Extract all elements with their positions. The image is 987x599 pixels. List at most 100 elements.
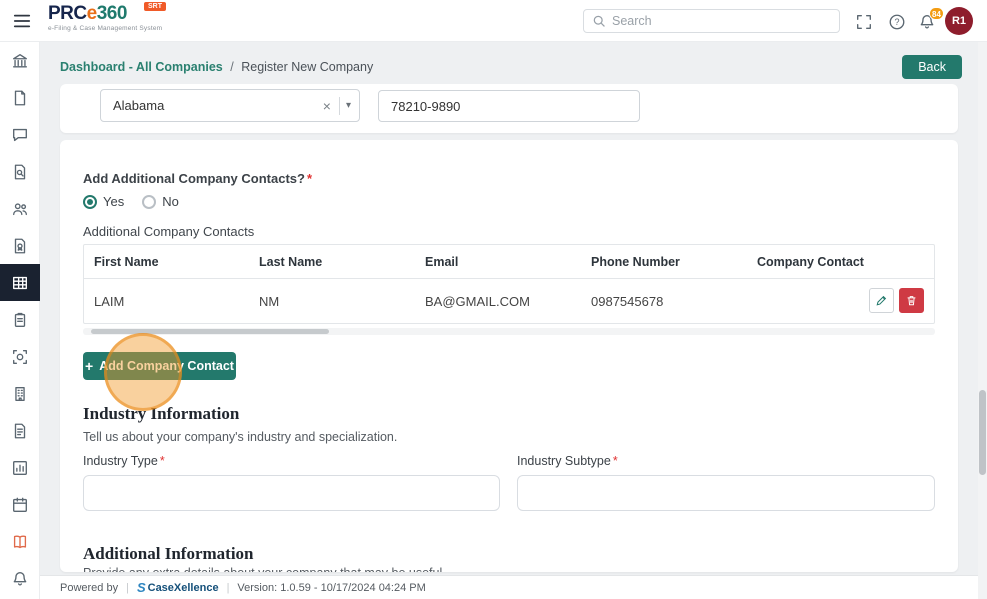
book-icon <box>11 533 29 551</box>
radio-option-yes[interactable]: Yes <box>83 194 124 209</box>
delete-contact-button[interactable] <box>899 288 924 313</box>
user-avatar[interactable]: R1 <box>945 7 973 35</box>
vertical-scrollbar[interactable] <box>978 42 987 599</box>
radio-yes-control[interactable] <box>83 195 97 209</box>
brand-xellence-text: Xellence <box>174 582 219 594</box>
sidebar-item-companies[interactable] <box>0 264 40 301</box>
building-icon <box>11 385 29 403</box>
cell-email: BA@GMAIL.COM <box>415 294 581 309</box>
industry-subtype-input[interactable] <box>517 475 935 511</box>
contacts-table: First Name Last Name Email Phone Number … <box>83 244 935 324</box>
svg-text:?: ? <box>894 17 899 27</box>
calendar-icon <box>11 496 29 514</box>
footer: Powered by | S CaseXellence | Version: 1… <box>40 575 987 599</box>
clear-icon[interactable]: × <box>317 98 337 114</box>
breadcrumb-separator: / <box>230 60 233 74</box>
back-button[interactable]: Back <box>902 55 962 79</box>
additional-section-subtitle: Provide any extra details about your com… <box>83 566 446 572</box>
sidebar-item-building[interactable] <box>0 375 40 412</box>
row-actions <box>869 288 924 313</box>
required-asterisk: * <box>307 171 312 186</box>
header-company-contact: Company Contact <box>747 255 934 269</box>
breadcrumb-link[interactable]: Dashboard - All Companies <box>60 60 223 74</box>
sidebar-item-users[interactable] <box>0 190 40 227</box>
address-card: Alabama × ▾ <box>60 84 958 133</box>
version-text: Version: 1.0.59 - 10/17/2024 04:24 PM <box>237 582 425 594</box>
sidebar-item-tasks[interactable] <box>0 301 40 338</box>
industry-type-label: Industry Type* <box>83 454 165 468</box>
radio-option-no[interactable]: No <box>142 194 179 209</box>
topbar: PRCe360 e-Filing & Case Management Syste… <box>0 0 987 42</box>
header-phone-number: Phone Number <box>581 255 747 269</box>
industry-section-title: Industry Information <box>83 404 239 424</box>
cell-phone-number: 0987545678 <box>581 294 747 309</box>
cell-first-name: LAIM <box>84 294 249 309</box>
header-email: Email <box>415 255 581 269</box>
required-asterisk: * <box>160 454 165 468</box>
edit-contact-button[interactable] <box>869 288 894 313</box>
grid-table-icon <box>11 274 29 292</box>
logo-tagline: e-Filing & Case Management System <box>48 26 162 33</box>
powered-by-label: Powered by <box>60 582 118 594</box>
industry-section-subtitle: Tell us about your company's industry an… <box>83 430 397 444</box>
casexellence-logo-icon: S <box>137 580 146 595</box>
sidebar-item-library[interactable] <box>0 523 40 560</box>
sidebar-item-analytics[interactable] <box>0 449 40 486</box>
zip-code-input[interactable] <box>378 90 640 122</box>
logo-text-e: e <box>87 3 97 24</box>
industry-subtype-label: Industry Subtype* <box>517 454 618 468</box>
industry-type-input[interactable] <box>83 475 500 511</box>
contacts-table-header: First Name Last Name Email Phone Number … <box>84 245 934 279</box>
sidebar-item-file-search[interactable] <box>0 153 40 190</box>
footer-divider: | <box>126 582 129 594</box>
contacts-table-title: Additional Company Contacts <box>83 224 254 239</box>
clipboard-icon <box>11 311 29 329</box>
sidebar-item-dashboard[interactable] <box>0 42 40 79</box>
additional-section-title: Additional Information <box>83 544 254 564</box>
register-form-card: Add Additional Company Contacts?* Yes No… <box>60 140 958 572</box>
select-divider <box>339 97 340 115</box>
sidebar-item-calendar[interactable] <box>0 486 40 523</box>
notification-count-badge: 84 <box>929 7 944 20</box>
notifications-bell-icon[interactable]: 84 <box>918 13 936 31</box>
contacts-question-text: Add Additional Company Contacts? <box>83 171 305 186</box>
state-select-value: Alabama <box>113 98 317 113</box>
table-horizontal-scrollbar[interactable] <box>83 328 935 335</box>
header-first-name: First Name <box>84 255 249 269</box>
search-icon <box>592 14 606 28</box>
fullscreen-icon[interactable] <box>855 13 873 31</box>
sidebar-item-documents[interactable] <box>0 79 40 116</box>
contacts-radio-group: Yes No <box>83 194 179 209</box>
logo-text-prc: PRC <box>48 3 87 24</box>
sidebar-item-reports[interactable] <box>0 412 40 449</box>
plus-icon: + <box>85 358 93 374</box>
search-input[interactable] <box>612 14 831 28</box>
industry-type-label-text: Industry Type <box>83 454 158 468</box>
sidebar-item-scan[interactable] <box>0 338 40 375</box>
add-company-contact-button[interactable]: + Add Company Contact <box>83 352 236 380</box>
state-select[interactable]: Alabama × ▾ <box>100 89 360 122</box>
add-company-contact-label: Add Company Contact <box>99 359 234 373</box>
file-search-icon <box>11 163 29 181</box>
footer-divider: | <box>227 582 230 594</box>
radio-no-control[interactable] <box>142 195 156 209</box>
sidebar-nav <box>0 42 40 599</box>
global-search[interactable] <box>583 9 840 33</box>
chat-icon <box>11 126 29 144</box>
industry-subtype-label-text: Industry Subtype <box>517 454 611 468</box>
pencil-icon <box>875 294 888 307</box>
hamburger-menu-icon[interactable] <box>12 12 32 30</box>
sidebar-item-messages[interactable] <box>0 116 40 153</box>
sidebar-item-notifications[interactable] <box>0 560 40 597</box>
sidebar-item-certificates[interactable] <box>0 227 40 264</box>
trash-icon <box>905 294 918 307</box>
help-icon[interactable]: ? <box>888 13 906 31</box>
table-scrollbar-thumb[interactable] <box>91 329 329 334</box>
file-icon <box>11 89 29 107</box>
table-row: LAIM NM BA@GMAIL.COM 0987545678 <box>84 279 934 323</box>
chevron-down-icon[interactable]: ▾ <box>346 100 351 111</box>
radio-yes-label: Yes <box>103 194 124 209</box>
logo-text-360: 360 <box>97 3 127 24</box>
vertical-scrollbar-thumb[interactable] <box>979 390 986 475</box>
file-text-icon <box>11 422 29 440</box>
